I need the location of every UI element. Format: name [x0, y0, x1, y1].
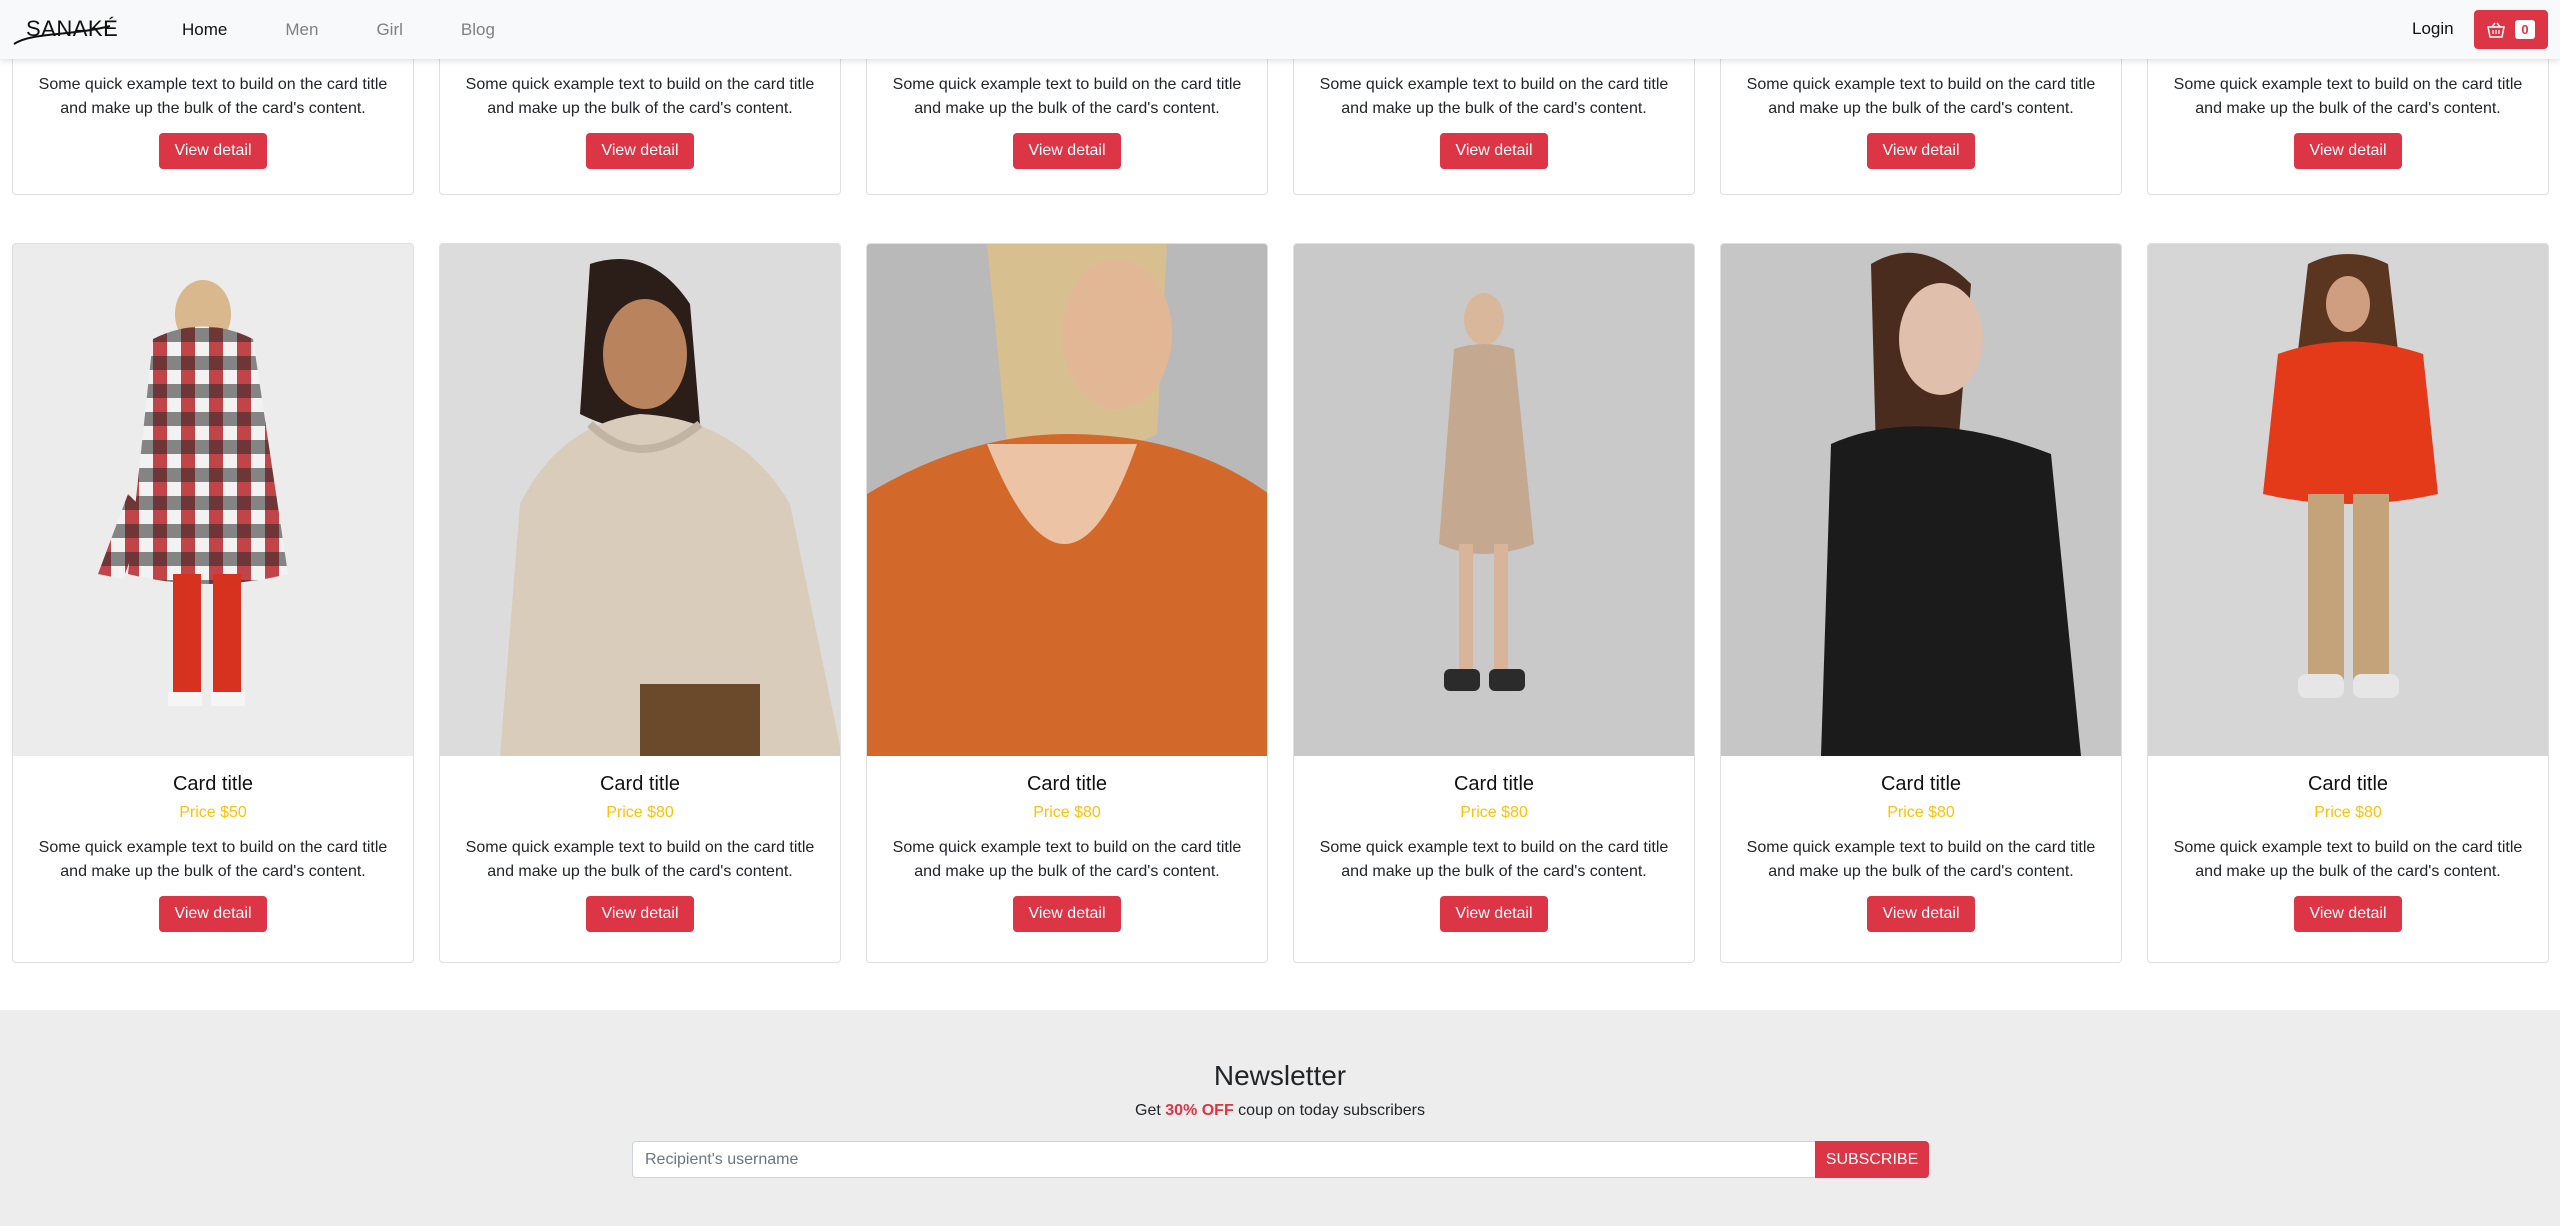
product-card: Card title Price $80 Some quick example … — [439, 243, 841, 963]
card-price: Price $50 — [179, 804, 247, 821]
product-image[interactable] — [440, 244, 840, 756]
card-text: Some quick example text to build on the … — [892, 76, 1242, 117]
card-price: Price $80 — [1460, 804, 1528, 821]
cart-button[interactable]: 0 — [2474, 10, 2548, 49]
card-price: Price $80 — [1033, 804, 1101, 821]
card-title: Card title — [1453, 773, 1535, 795]
product-image[interactable] — [2148, 244, 2548, 756]
cart-count-badge: 0 — [2515, 20, 2535, 39]
card-text: Some quick example text to build on the … — [38, 76, 388, 117]
nav-links: Home Men Girl Blog — [176, 0, 547, 59]
card-text: Some quick example text to build on the … — [2173, 76, 2523, 117]
orange-top-photo — [867, 244, 1267, 756]
navbar: SANAKÉ Home Men Girl Blog Login 0 — [0, 0, 2560, 59]
nav-men[interactable]: Men — [279, 16, 324, 44]
black-outfit-photo — [1721, 244, 2121, 756]
card-text: Some quick example text to build on the … — [465, 839, 815, 880]
basket-icon — [2487, 22, 2506, 38]
view-detail-button[interactable]: View detail — [586, 133, 694, 169]
card-title: Card title — [1880, 773, 1962, 795]
logo-text: SANAKÉ — [26, 16, 119, 41]
newsletter-title: Newsletter — [1213, 1060, 1347, 1091]
view-detail-button[interactable]: View detail — [1867, 896, 1975, 932]
card-price: Price $80 — [2314, 804, 2382, 821]
product-card: Card title Price $80 Some quick example … — [2147, 243, 2549, 963]
card-text: Some quick example text to build on the … — [1746, 839, 2096, 880]
product-card: Card title Price $80 Some quick example … — [866, 243, 1268, 963]
card-text: Some quick example text to build on the … — [1746, 76, 2096, 117]
card-text: Some quick example text to build on the … — [465, 76, 815, 117]
product-card: Card title Price $50 Some quick example … — [12, 243, 414, 963]
view-detail-button[interactable]: View detail — [586, 896, 694, 932]
newsletter-username-input[interactable] — [632, 1141, 1816, 1178]
view-detail-button[interactable]: View detail — [2294, 133, 2402, 169]
newsletter-sub-prefix: Get — [1135, 1102, 1166, 1119]
hoodie-photo — [440, 244, 840, 756]
card-text: Some quick example text to build on the … — [1319, 839, 1669, 880]
nav-home[interactable]: Home — [176, 16, 233, 44]
plaid-coat-photo — [13, 244, 413, 756]
discount-highlight: 30% OFF — [1165, 1102, 1234, 1119]
card-title: Card title — [1026, 773, 1108, 795]
beige-dress-photo — [1294, 244, 1694, 756]
product-image[interactable] — [867, 244, 1267, 756]
view-detail-button[interactable]: View detail — [159, 133, 267, 169]
login-link[interactable]: Login — [2412, 19, 2454, 39]
view-detail-button[interactable]: View detail — [1013, 133, 1121, 169]
view-detail-button[interactable]: View detail — [1440, 896, 1548, 932]
nav-blog[interactable]: Blog — [455, 16, 501, 44]
card-price: Price $80 — [1887, 804, 1955, 821]
newsletter-section: Newsletter Get 30% OFF coup on today sub… — [0, 1010, 2560, 1226]
view-detail-button[interactable]: View detail — [1867, 133, 1975, 169]
product-card: Card title Price $80 Some quick example … — [1720, 243, 2122, 963]
red-jacket-photo — [2148, 244, 2548, 756]
product-row: Card title Price $50 Some quick example … — [12, 243, 2549, 963]
view-detail-button[interactable]: View detail — [1440, 133, 1548, 169]
card-title: Card title — [599, 773, 681, 795]
brand-logo[interactable]: SANAKÉ — [12, 12, 118, 48]
card-title: Card title — [172, 773, 254, 795]
newsletter-subtitle: Get 30% OFF coup on today subscribers — [0, 1102, 2560, 1120]
card-text: Some quick example text to build on the … — [38, 839, 388, 880]
card-price: Price $80 — [606, 804, 674, 821]
card-text: Some quick example text to build on the … — [2173, 839, 2523, 880]
view-detail-button[interactable]: View detail — [2294, 896, 2402, 932]
product-image[interactable] — [1294, 244, 1694, 756]
nav-girl[interactable]: Girl — [370, 16, 408, 44]
card-text: Some quick example text to build on the … — [1319, 76, 1669, 117]
card-title: Card title — [2307, 773, 2389, 795]
view-detail-button[interactable]: View detail — [159, 896, 267, 932]
card-text: Some quick example text to build on the … — [892, 839, 1242, 880]
product-image[interactable] — [13, 244, 413, 756]
product-card: Card title Price $80 Some quick example … — [1293, 243, 1695, 963]
subscribe-button[interactable]: SUBSCRIBE — [1815, 1141, 1929, 1178]
view-detail-button[interactable]: View detail — [1013, 896, 1121, 932]
newsletter-sub-suffix: coup on today subscribers — [1233, 1102, 1425, 1119]
product-image[interactable] — [1721, 244, 2121, 756]
